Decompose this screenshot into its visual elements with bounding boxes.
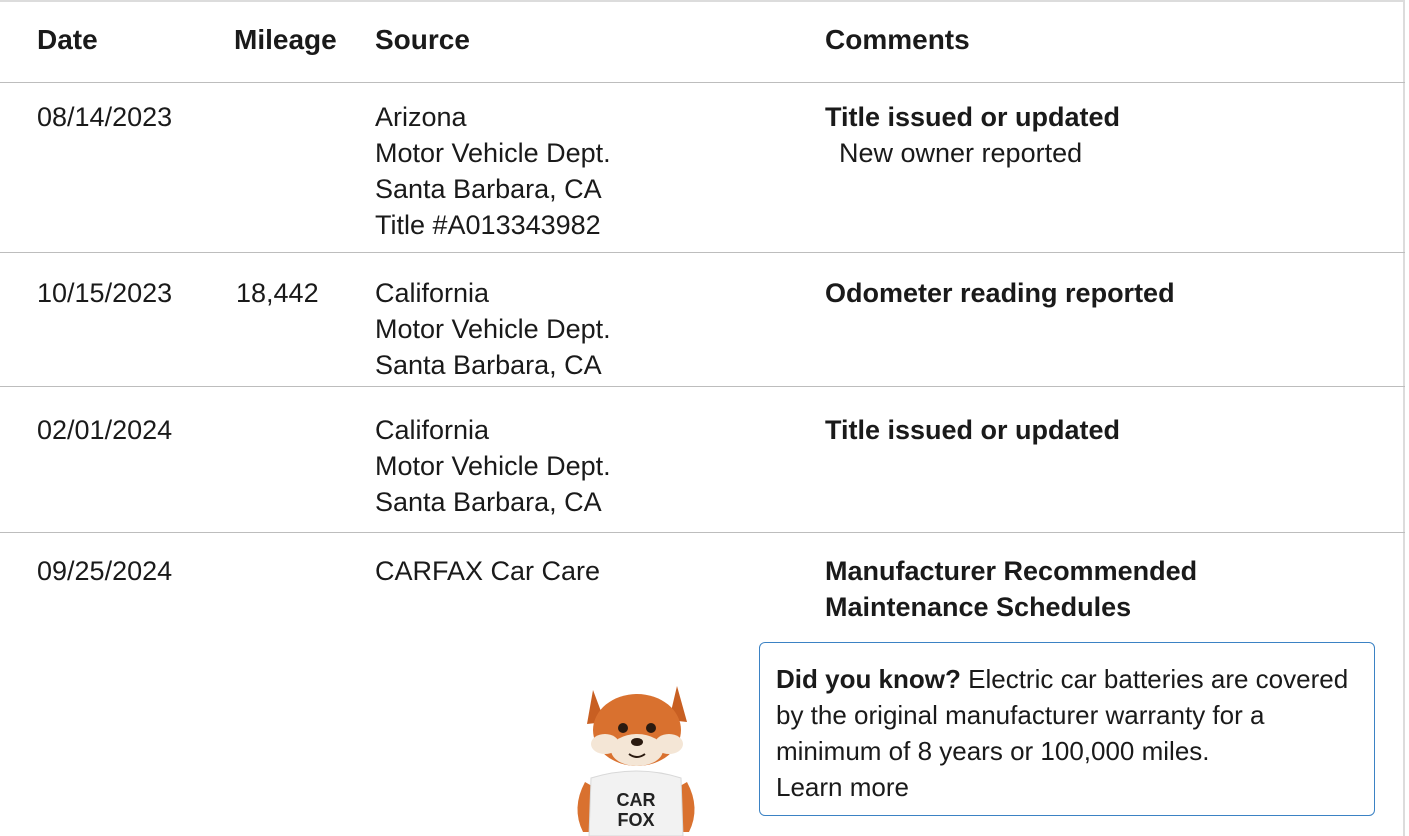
row-mileage: 18,442 [236,278,319,308]
carfox-mascot-icon: CAR FOX [577,686,695,836]
comment-title-line2: Maintenance Schedules [825,592,1132,622]
shirt-text-line2: FOX [617,810,654,830]
source-state: California [375,415,490,445]
row-date: 08/14/2023 [37,102,173,132]
table-row: 02/01/2024 California Motor Vehicle Dept… [0,387,1405,533]
fox-eye-right [646,723,656,733]
table-row: 08/14/2023 Arizona Motor Vehicle Dept. S… [0,82,1405,253]
comment-title: Title issued or updated [825,102,1121,132]
source-location: Santa Barbara, CA [375,487,602,517]
fox-cheek-left [591,734,619,754]
comment-title-line1: Manufacturer Recommended [825,556,1198,586]
header-mileage: Mileage [234,24,337,55]
source-provider: CARFAX Car Care [375,556,601,586]
table-header: Date Mileage Source Comments [0,2,1405,83]
source-state: California [375,278,490,308]
tip-lead: Did you know? [776,664,961,694]
fox-eye-left [618,723,628,733]
source-location: Santa Barbara, CA [375,174,602,204]
comment-title: Title issued or updated [825,415,1121,445]
source-location: Santa Barbara, CA [375,350,602,380]
header-source: Source [375,24,470,55]
fox-nose [631,738,643,746]
source-title-number: Title #A013343982 [375,210,601,240]
comment-detail: New owner reported [839,138,1083,168]
did-you-know-card: Did you know? Electric car batteries are… [759,642,1375,816]
row-source: California Motor Vehicle Dept. Santa Bar… [375,275,611,383]
row-source: CARFAX Car Care [375,553,600,589]
row-comments: Manufacturer Recommended Maintenance Sch… [825,553,1197,625]
row-source: California Motor Vehicle Dept. Santa Bar… [375,412,611,520]
learn-more-link[interactable]: Learn more [776,772,909,802]
row-comments: Title issued or updated [825,412,1120,448]
row-date: 10/15/2023 [37,278,173,308]
header-comments: Comments [825,24,970,55]
row-date: 02/01/2024 [37,415,173,445]
comment-title: Odometer reading reported [825,278,1175,308]
header-date: Date [37,24,98,55]
source-state: Arizona [375,102,467,132]
source-agency: Motor Vehicle Dept. [375,138,611,168]
source-agency: Motor Vehicle Dept. [375,451,611,481]
table-row: 10/15/2023 18,442 California Motor Vehic… [0,253,1405,387]
shirt-text-line1: CAR [617,790,656,810]
fox-cheek-right [655,734,683,754]
row-comments: Odometer reading reported [825,275,1175,311]
row-source: Arizona Motor Vehicle Dept. Santa Barbar… [375,99,611,243]
row-comments: Title issued or updated New owner report… [825,99,1120,171]
source-agency: Motor Vehicle Dept. [375,314,611,344]
row-date: 09/25/2024 [37,556,173,586]
